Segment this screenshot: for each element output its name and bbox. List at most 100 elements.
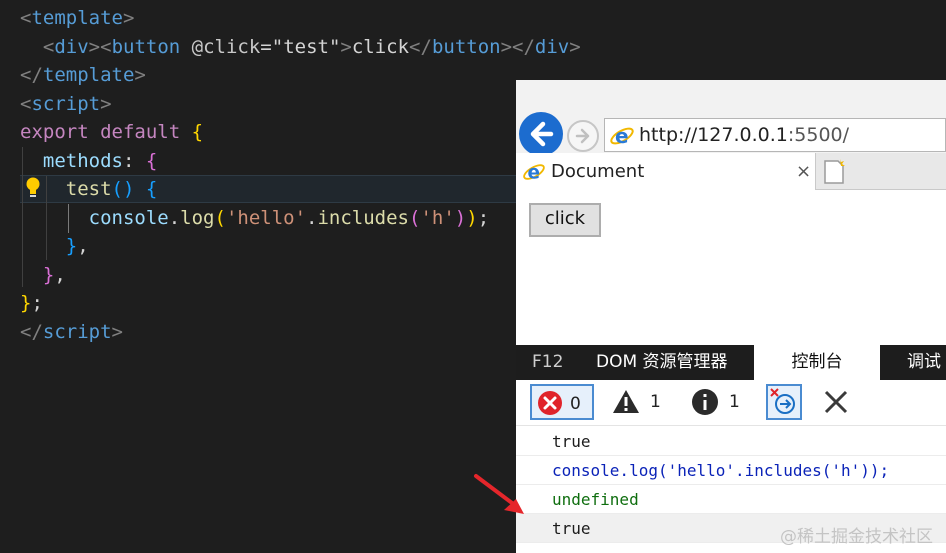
tab-document[interactable]: e Document × [516, 153, 816, 190]
code-line: }; [20, 289, 43, 318]
code-token: >< [88, 35, 112, 58]
address-host: http://127.0.0.1 [639, 124, 788, 146]
browser-window: e http://127.0.0.1:5500/ e Document × cl… [516, 80, 946, 553]
tab-f12[interactable]: F12 [532, 345, 563, 380]
code-token: div [54, 35, 89, 58]
console-line-text: console.log('hello'.includes('h')); [552, 461, 890, 480]
info-filter-button[interactable]: 1 [691, 384, 751, 420]
code-token: div [534, 35, 570, 58]
code-line: <template> [20, 4, 134, 33]
code-token: </ [409, 35, 432, 58]
code-token: ; [477, 206, 490, 229]
code-token: ( [214, 206, 226, 229]
code-token: ; [31, 292, 43, 314]
forward-button[interactable] [567, 120, 599, 152]
page-content: click [516, 190, 946, 345]
clear-console-button[interactable] [820, 384, 852, 420]
code-token: ( [409, 206, 421, 229]
code-token: > [100, 92, 112, 115]
code-token: log [180, 206, 215, 229]
code-line: methods: { [20, 147, 157, 176]
console-line-text: true [552, 519, 591, 538]
code-token: = [260, 35, 272, 58]
back-button[interactable] [519, 112, 563, 156]
click-button[interactable]: click [529, 203, 601, 237]
tab-debugger[interactable]: 调试 [907, 345, 941, 380]
browser-tab-strip: e Document × [516, 153, 946, 190]
code-token: template [42, 64, 135, 86]
code-line: <div><button @click="test">click</button… [20, 33, 581, 62]
tab-close-button[interactable]: × [796, 160, 811, 184]
code-line: }, [20, 232, 89, 261]
code-line: <script> [20, 90, 112, 119]
warning-count: 1 [650, 392, 661, 412]
code-token: { [145, 149, 158, 172]
code-token: < [20, 92, 32, 115]
clear-on-navigate-button[interactable] [766, 384, 802, 420]
code-token: } [20, 292, 32, 314]
lightbulb-icon[interactable] [24, 176, 42, 200]
code-token: @click [191, 35, 261, 58]
tab-dom-explorer[interactable]: DOM 资源管理器 [596, 345, 728, 380]
console-line-text: true [552, 432, 591, 451]
code-token: . [168, 206, 181, 229]
tab-console[interactable]: 控制台 [754, 345, 880, 380]
code-token: : [122, 149, 146, 172]
code-token: "test" [271, 35, 341, 58]
code-token: console [88, 206, 169, 229]
error-icon [538, 391, 562, 415]
code-line: export default { [20, 118, 203, 147]
tab-title: Document [551, 161, 645, 182]
ie-logo-icon: e [523, 162, 545, 183]
close-icon [824, 390, 848, 414]
code-line: </script> [20, 318, 123, 347]
console-line: true [516, 427, 946, 456]
code-token: </ [20, 320, 43, 343]
errors-filter-button[interactable]: 0 [530, 384, 594, 420]
code-token: button [111, 35, 181, 58]
code-token: , [54, 263, 66, 286]
code-token: > [111, 320, 123, 343]
code-token: { [191, 121, 204, 143]
annotation-arrow-icon [474, 474, 524, 514]
code-token: button [431, 35, 501, 58]
arrow-left-icon [530, 121, 554, 147]
code-token: ></ [500, 35, 535, 58]
code-token: template [31, 7, 123, 29]
code-token: () [111, 178, 135, 200]
code-token: ) [454, 206, 467, 229]
info-icon [692, 389, 718, 415]
warnings-filter-button[interactable]: 1 [612, 384, 672, 420]
new-tab-icon[interactable] [820, 158, 848, 186]
code-token: </ [20, 64, 43, 86]
code-line: }, [20, 261, 66, 290]
code-line: </template> [20, 61, 146, 90]
console-toolbar: 0 1 1 [516, 380, 946, 426]
code-token: click [351, 35, 410, 58]
code-token: includes [317, 206, 409, 229]
clear-on-navigate-icon [770, 388, 795, 414]
devtools-tab-bar: F12 DOM 资源管理器 控制台 调试 [516, 345, 946, 380]
code-token: default [100, 121, 181, 143]
code-token: ) [466, 206, 478, 229]
developer-tools: F12 DOM 资源管理器 控制台 调试 0 1 1 true console.… [516, 345, 946, 553]
address-text: http://127.0.0.1:5500/ [639, 123, 849, 147]
svg-text:e: e [615, 124, 629, 148]
code-token: > [340, 35, 352, 58]
code-token: < [42, 35, 55, 58]
address-bar[interactable]: e http://127.0.0.1:5500/ [604, 118, 946, 152]
code-token: script [31, 92, 101, 115]
console-line: undefined [516, 485, 946, 514]
console-line-text: undefined [552, 490, 639, 509]
code-token: > [569, 35, 581, 58]
address-port: :5500/ [787, 124, 850, 146]
code-token: < [20, 7, 32, 29]
